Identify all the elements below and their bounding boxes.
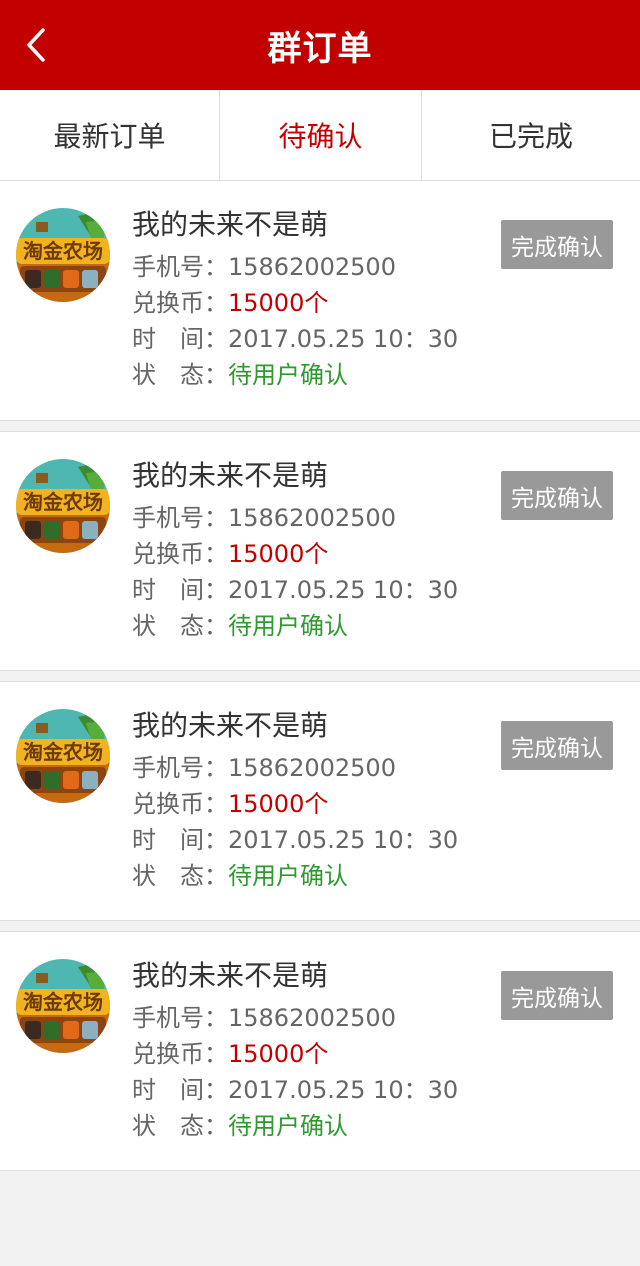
app-header: 群订单 [0, 0, 640, 90]
status-label: 状 态： [132, 862, 228, 890]
time-label: 时 间： [132, 576, 228, 604]
confirm-complete-button[interactable]: 完成确认 [501, 971, 613, 1020]
order-user-name: 我的未来不是萌 [132, 208, 329, 241]
order-time-row: 时 间：2017.05.25 10：30 [132, 1074, 458, 1106]
svg-text:淘金农场: 淘金农场 [23, 239, 103, 263]
phone-value: 15862002500 [228, 504, 396, 532]
coins-label: 兑换币： [132, 1040, 228, 1068]
phone-label: 手机号： [132, 754, 228, 782]
time-value: 2017.05.25 10：30 [228, 576, 459, 604]
phone-label: 手机号： [132, 504, 228, 532]
back-button[interactable] [14, 22, 58, 68]
chevron-left-icon [27, 28, 45, 62]
order-user-name: 我的未来不是萌 [132, 459, 329, 492]
tab-completed[interactable]: 已完成 [422, 90, 640, 180]
confirm-complete-button[interactable]: 完成确认 [501, 220, 613, 269]
phone-label: 手机号： [132, 1004, 228, 1032]
avatar: 淘金农场 [16, 208, 110, 302]
order-coins-row: 兑换币：15000个 [132, 538, 328, 570]
time-value: 2017.05.25 10：30 [228, 1076, 459, 1104]
order-phone-row: 手机号：15862002500 [132, 251, 396, 283]
order-status-row: 状 态：待用户确认 [132, 860, 348, 892]
order-phone-row: 手机号：15862002500 [132, 752, 396, 784]
time-value: 2017.05.25 10：30 [228, 325, 459, 353]
order-card: 淘金农场 我的未来不是萌 手机号：15862002500 兑换币：15000个 … [0, 431, 640, 671]
confirm-complete-button[interactable]: 完成确认 [501, 471, 613, 520]
coins-label: 兑换币： [132, 540, 228, 568]
status-label: 状 态： [132, 612, 228, 640]
coins-value: 15000个 [228, 540, 329, 568]
order-coins-row: 兑换币：15000个 [132, 1038, 328, 1070]
avatar: 淘金农场 [16, 709, 110, 803]
status-value: 待用户确认 [228, 862, 348, 890]
phone-value: 15862002500 [228, 1004, 396, 1032]
tab-pending[interactable]: 待确认 [220, 90, 422, 180]
avatar: 淘金农场 [16, 959, 110, 1053]
coins-value: 15000个 [228, 1040, 329, 1068]
order-time-row: 时 间：2017.05.25 10：30 [132, 574, 458, 606]
phone-value: 15862002500 [228, 754, 396, 782]
order-user-name: 我的未来不是萌 [132, 709, 329, 742]
order-status-row: 状 态：待用户确认 [132, 1110, 348, 1142]
status-label: 状 态： [132, 361, 228, 389]
time-label: 时 间： [132, 325, 228, 353]
order-card: 淘金农场 我的未来不是萌 手机号：15862002500 兑换币：15000个 … [0, 681, 640, 921]
coins-value: 15000个 [228, 289, 329, 317]
page-title: 群订单 [267, 28, 373, 69]
order-time-row: 时 间：2017.05.25 10：30 [132, 323, 458, 355]
order-coins-row: 兑换币：15000个 [132, 788, 328, 820]
order-user-name: 我的未来不是萌 [132, 959, 329, 992]
time-label: 时 间： [132, 1076, 228, 1104]
order-status-row: 状 态：待用户确认 [132, 359, 348, 391]
status-value: 待用户确认 [228, 1112, 348, 1140]
order-status-row: 状 态：待用户确认 [132, 610, 348, 642]
phone-label: 手机号： [132, 253, 228, 281]
order-coins-row: 兑换币：15000个 [132, 287, 328, 319]
coins-value: 15000个 [228, 790, 329, 818]
order-card: 淘金农场 我的未来不是萌 手机号：15862002500 兑换币：15000个 … [0, 181, 640, 421]
order-card: 淘金农场 我的未来不是萌 手机号：15862002500 兑换币：15000个 … [0, 931, 640, 1171]
time-label: 时 间： [132, 826, 228, 854]
svg-text:淘金农场: 淘金农场 [23, 490, 103, 514]
avatar: 淘金农场 [16, 459, 110, 553]
svg-text:淘金农场: 淘金农场 [23, 990, 103, 1014]
tab-bar: 最新订单 待确认 已完成 [0, 90, 640, 181]
confirm-complete-button[interactable]: 完成确认 [501, 721, 613, 770]
time-value: 2017.05.25 10：30 [228, 826, 459, 854]
phone-value: 15862002500 [228, 253, 396, 281]
order-phone-row: 手机号：15862002500 [132, 502, 396, 534]
status-label: 状 态： [132, 1112, 228, 1140]
coins-label: 兑换币： [132, 289, 228, 317]
svg-text:淘金农场: 淘金农场 [23, 740, 103, 764]
order-phone-row: 手机号：15862002500 [132, 1002, 396, 1034]
coins-label: 兑换币： [132, 790, 228, 818]
status-value: 待用户确认 [228, 361, 348, 389]
order-list: 淘金农场 我的未来不是萌 手机号：15862002500 兑换币：15000个 … [0, 181, 640, 1171]
status-value: 待用户确认 [228, 612, 348, 640]
tab-latest-orders[interactable]: 最新订单 [0, 90, 220, 180]
order-time-row: 时 间：2017.05.25 10：30 [132, 824, 458, 856]
